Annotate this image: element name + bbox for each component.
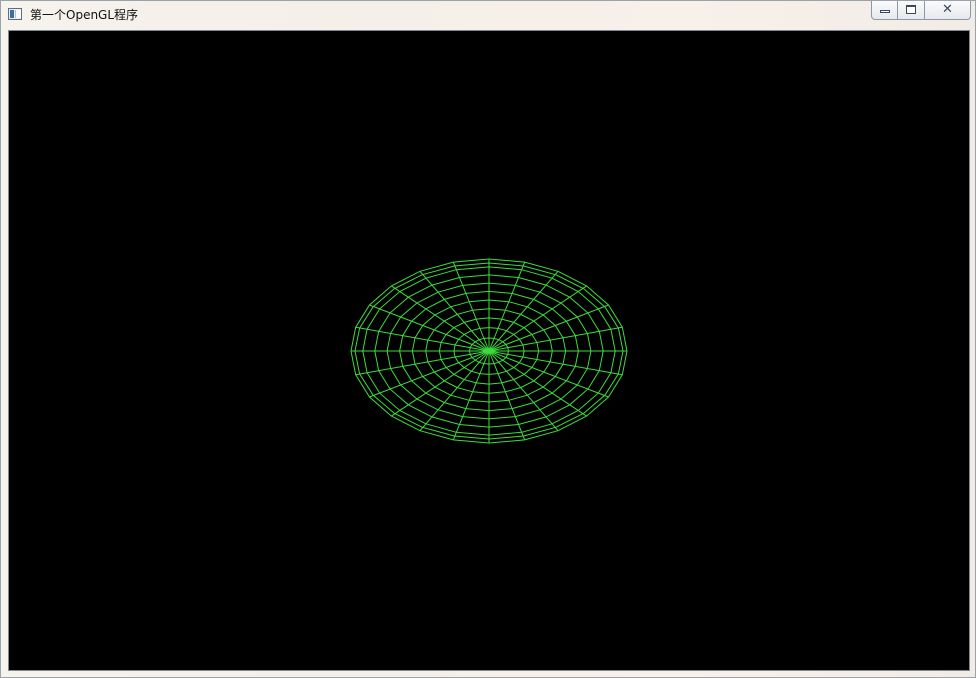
wireframe-spoke	[391, 285, 490, 352]
wireframe-disc	[9, 31, 969, 670]
wireframe-spoke	[419, 270, 490, 352]
app-window-icon[interactable]	[8, 8, 22, 20]
window-title: 第一个OpenGL程序	[30, 8, 139, 22]
wireframe-spoke	[369, 304, 490, 352]
minimize-button[interactable]	[871, 1, 898, 20]
wireframe-spoke	[488, 350, 587, 417]
maximize-icon	[906, 5, 916, 14]
wireframe-spoke	[369, 350, 490, 398]
title-bar[interactable]: 第一个OpenGL程序 ✕	[1, 1, 975, 29]
wireframe-spoke	[419, 350, 490, 432]
wireframe-spoke	[488, 304, 609, 352]
wireframe-spoke	[488, 270, 559, 352]
wireframe-spoke	[488, 350, 609, 398]
close-button[interactable]: ✕	[925, 1, 971, 20]
wireframe-spoke	[488, 285, 587, 352]
app-window: 第一个OpenGL程序 ✕	[0, 0, 976, 678]
wireframe-spoke	[488, 350, 559, 432]
wireframe-spoke	[391, 350, 490, 417]
opengl-canvas[interactable]	[8, 30, 970, 671]
close-icon: ✕	[942, 2, 953, 17]
caption-buttons: ✕	[871, 1, 971, 21]
minimize-icon	[880, 10, 890, 13]
maximize-button[interactable]	[898, 1, 925, 20]
